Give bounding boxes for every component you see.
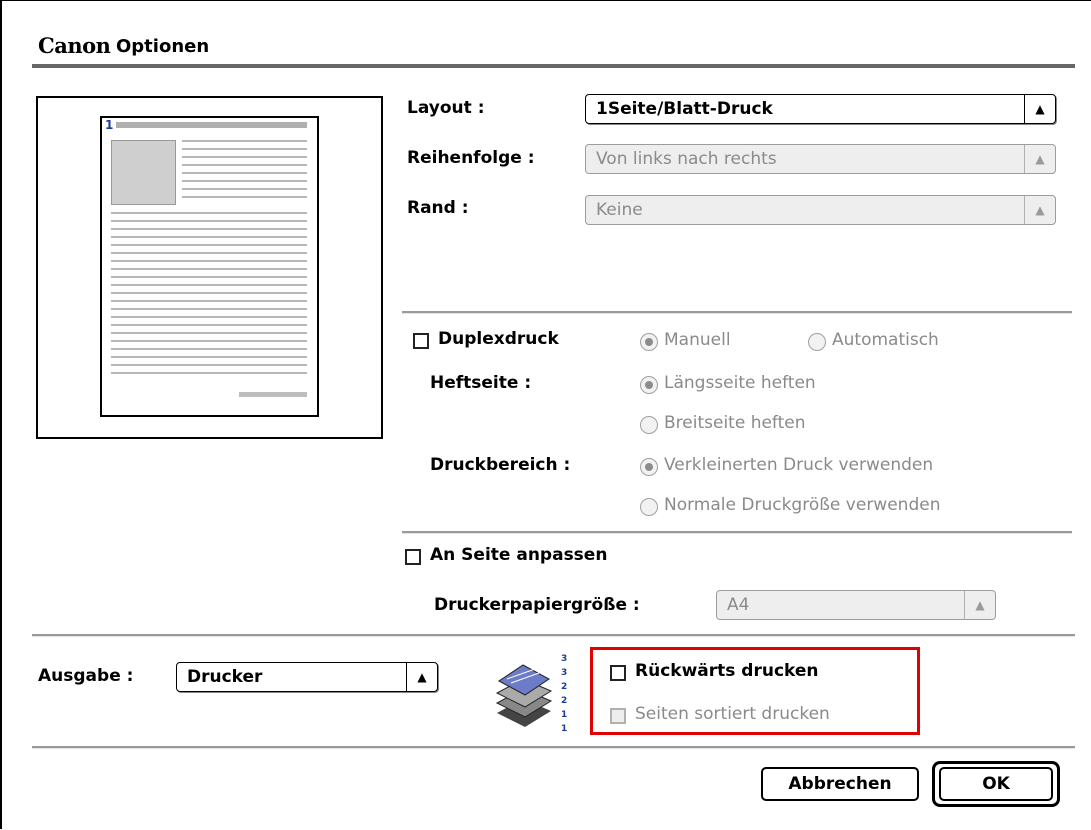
svg-text:1: 1 (561, 710, 567, 720)
preview-line (111, 292, 307, 294)
select-arrows-icon: ▲ (1024, 196, 1055, 224)
preview-line (182, 164, 307, 166)
preview-line (182, 196, 307, 198)
preview-header-line (116, 122, 307, 128)
preview-line (111, 308, 307, 310)
normal-size-radio[interactable] (640, 498, 658, 516)
preview-line (111, 372, 307, 374)
preview-line (111, 268, 307, 270)
preview-page-number: 1 (105, 118, 114, 132)
collate-checkbox[interactable] (610, 708, 626, 724)
border-select[interactable]: Keine ▲ (585, 195, 1056, 225)
layout-select[interactable]: 1Seite/Blatt-Druck ▲ (585, 94, 1056, 124)
preview-line (111, 276, 307, 278)
long-edge-radio[interactable] (640, 376, 658, 394)
duplex-automatic-radio[interactable] (808, 333, 826, 351)
short-edge-radio[interactable] (640, 416, 658, 434)
select-arrows-icon: ▲ (1024, 95, 1055, 123)
preview-line (111, 252, 307, 254)
preview-line (182, 148, 307, 150)
preview-line (111, 332, 307, 334)
preview-line (182, 172, 307, 174)
svg-text:3: 3 (561, 654, 567, 664)
order-label: Reihenfolge : (407, 148, 535, 168)
order-select-value: Von links nach rechts (596, 149, 777, 169)
border-label: Rand : (407, 198, 469, 218)
border-select-value: Keine (596, 200, 643, 220)
duplex-label: Duplexdruck (438, 329, 559, 349)
long-edge-label: Längsseite heften (664, 373, 816, 393)
paper-size-value: A4 (727, 595, 750, 615)
canon-logo-text: Canon (38, 33, 111, 58)
print-area-label: Druckbereich : (430, 455, 571, 475)
buttons-divider (32, 746, 1075, 749)
preview-line (111, 356, 307, 358)
normal-size-label: Normale Druckgröße verwenden (664, 495, 941, 515)
output-label: Ausgabe : (38, 666, 134, 686)
preview-line (111, 364, 307, 366)
ok-button[interactable]: OK (939, 767, 1053, 801)
binding-label: Heftseite : (430, 373, 532, 393)
preview-line (111, 228, 307, 230)
paper-size-label: Druckerpapiergröße : (434, 595, 640, 615)
preview-line (111, 348, 307, 350)
reverse-print-checkbox[interactable] (610, 665, 626, 681)
duplex-manual-radio[interactable] (640, 333, 658, 351)
paper-size-select[interactable]: A4 ▲ (716, 590, 996, 620)
paper-stack-icon: 3 3 2 2 1 1 (495, 653, 569, 734)
preview-footer-line (239, 392, 307, 397)
select-arrows-icon: ▲ (406, 663, 437, 691)
preview-line (111, 316, 307, 318)
svg-text:1: 1 (561, 724, 567, 733)
select-arrows-icon: ▲ (964, 591, 995, 619)
title-divider (32, 64, 1075, 68)
preview-line (111, 324, 307, 326)
preview-line (111, 300, 307, 302)
collate-label: Seiten sortiert drucken (635, 704, 830, 724)
duplex-automatic-label: Automatisch (832, 330, 939, 350)
layout-label: Layout : (407, 98, 485, 118)
layout-preview: 1 (36, 96, 383, 439)
fit-to-page-label: An Seite anpassen (430, 545, 608, 565)
duplex-manual-label: Manuell (664, 330, 731, 350)
cancel-button[interactable]: Abbrechen (761, 767, 919, 801)
layout-select-value: 1Seite/Blatt-Druck (596, 99, 773, 119)
order-select[interactable]: Von links nach rechts ▲ (585, 144, 1056, 174)
canon-options-dialog: Canon Optionen 1 Layout: 1Seite/Blatt-D… (0, 0, 1091, 829)
preview-line (182, 180, 307, 182)
preview-line (111, 340, 307, 342)
output-select[interactable]: Drucker ▲ (176, 662, 438, 692)
svg-text:2: 2 (561, 682, 567, 692)
dialog-title: Optionen (116, 36, 210, 57)
preview-line (111, 220, 307, 222)
section-divider (402, 311, 1072, 314)
preview-line (182, 140, 307, 142)
reduced-print-radio[interactable] (640, 458, 658, 476)
svg-text:3: 3 (561, 668, 567, 678)
fit-to-page-checkbox[interactable] (405, 549, 421, 565)
preview-line (111, 244, 307, 246)
output-divider (32, 634, 1075, 637)
preview-line (111, 284, 307, 286)
section-divider (402, 531, 1072, 534)
reduced-print-label: Verkleinerten Druck verwenden (664, 455, 934, 475)
preview-line (111, 260, 307, 262)
select-arrows-icon: ▲ (1024, 145, 1055, 173)
svg-text:2: 2 (561, 696, 567, 706)
output-select-value: Drucker (187, 667, 263, 687)
duplex-checkbox[interactable] (413, 333, 429, 349)
preview-line (182, 156, 307, 158)
short-edge-label: Breitseite heften (664, 413, 806, 433)
preview-line (111, 236, 307, 238)
reverse-print-label: Rückwärts drucken (635, 661, 819, 681)
preview-page: 1 (100, 116, 319, 417)
preview-line (111, 212, 307, 214)
preview-thumbnail (111, 140, 176, 205)
preview-line (182, 188, 307, 190)
